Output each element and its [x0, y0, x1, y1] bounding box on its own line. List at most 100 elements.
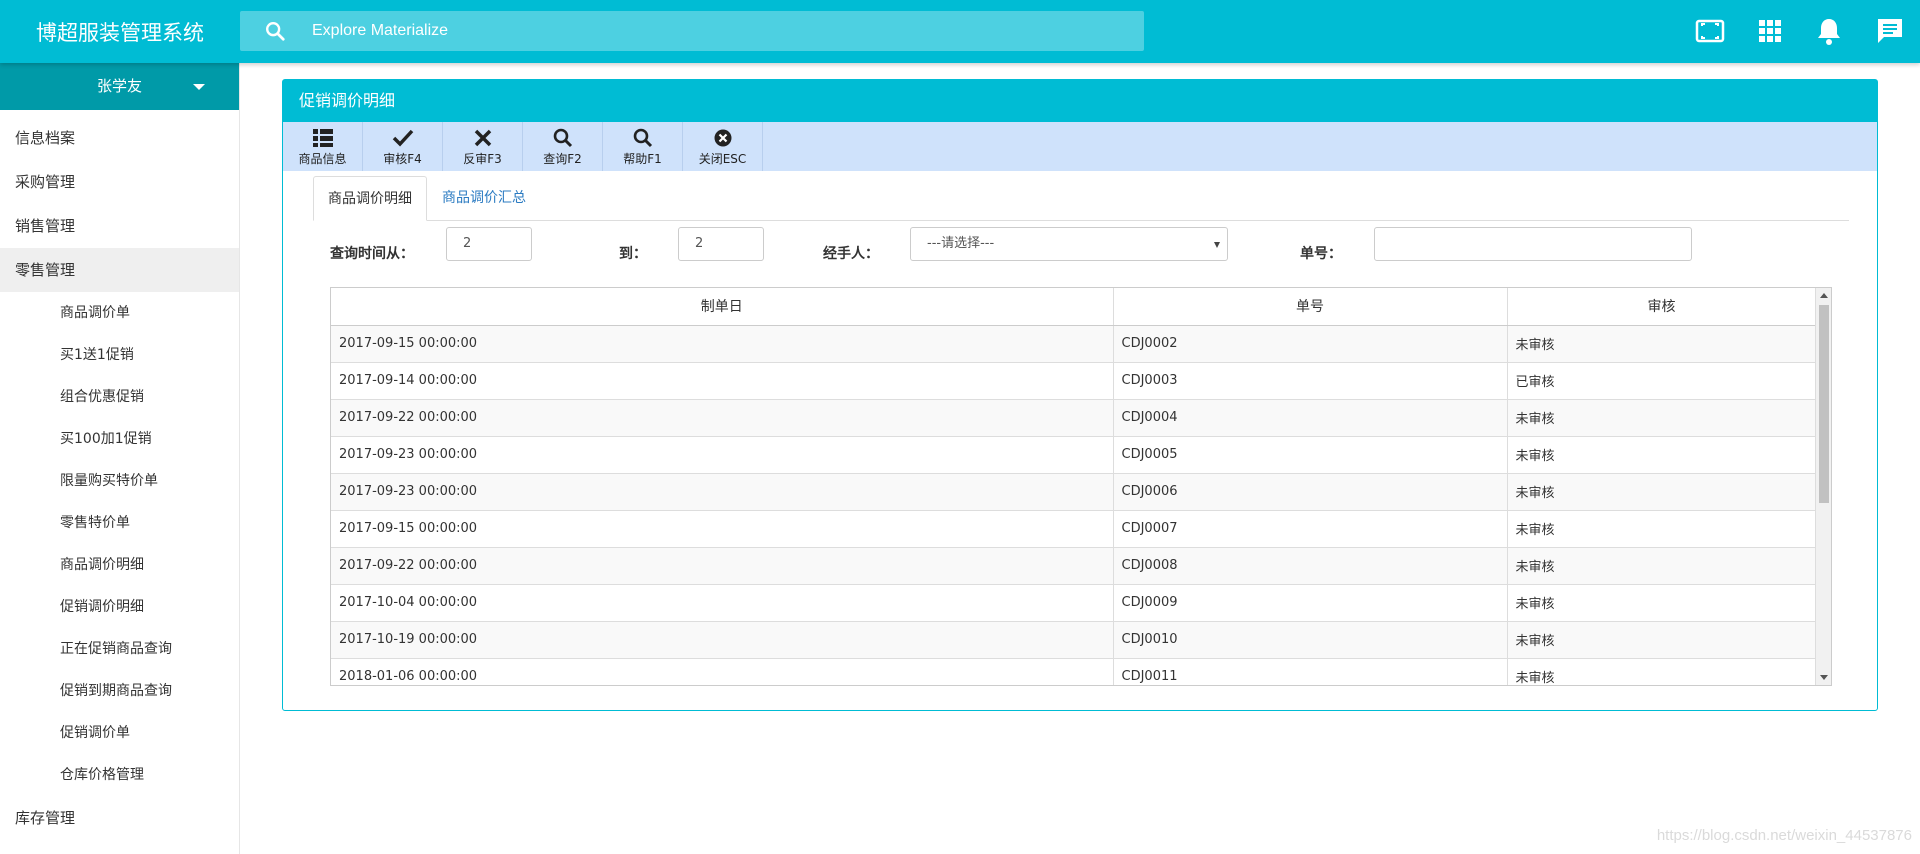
cell-number: CDJ0010	[1113, 621, 1508, 659]
from-date-input[interactable]: 2	[446, 227, 532, 261]
table-body: 2017-09-15 00:00:00 CDJ0002 未审核 2017-09-14 …	[331, 325, 1817, 685]
unapprove-button[interactable]: 反审F3	[443, 122, 523, 171]
table-row[interactable]: 2017-09-23 00:00:00 CDJ0005 未审核	[331, 436, 1817, 474]
sidebar-subitem[interactable]: 零售特价单	[0, 502, 239, 544]
sidebar-subitem[interactable]: 商品调价明细	[0, 544, 239, 586]
scroll-up-icon[interactable]	[1820, 293, 1828, 298]
search-icon	[633, 128, 652, 148]
app-title[interactable]: 博超服装管理系统	[0, 0, 240, 63]
table-row[interactable]: 2017-10-04 00:00:00 CDJ0009 未审核	[331, 584, 1817, 622]
sidebar-subitem[interactable]: 促销调价明细	[0, 586, 239, 628]
cell-status: 未审核	[1507, 584, 1817, 622]
column-header-date[interactable]: 制单日	[331, 288, 1114, 326]
query-button[interactable]: 查询F2	[523, 122, 603, 171]
fullscreen-icon[interactable]	[1694, 15, 1726, 47]
main-panel: 促销调价明细 商品信息 审核F4 反审F3 查询F2 帮助F1 关闭ESC 商品…	[282, 79, 1878, 711]
cell-number: CDJ0008	[1113, 547, 1508, 585]
cell-status: 未审核	[1507, 325, 1817, 363]
sidebar-item-retail[interactable]: 零售管理	[0, 248, 239, 292]
sidebar-menu: 信息档案 采购管理 销售管理 零售管理 商品调价单 买1送1促销 组合优惠促销 …	[0, 110, 239, 840]
sidebar-subitem[interactable]: 商品调价单	[0, 292, 239, 334]
table-row[interactable]: 2017-09-22 00:00:00 CDJ0004 未审核	[331, 399, 1817, 437]
search-bar[interactable]: Explore Materialize	[240, 11, 1144, 51]
sidebar-item-info-archive[interactable]: 信息档案	[0, 116, 239, 160]
search-input[interactable]: Explore Materialize	[312, 11, 448, 51]
sidebar-subitem[interactable]: 正在促销商品查询	[0, 628, 239, 670]
cell-status: 未审核	[1507, 510, 1817, 548]
cell-date: 2017-10-04 00:00:00	[331, 584, 1114, 622]
chevron-down-icon	[193, 84, 205, 90]
to-date-input[interactable]: 2	[678, 227, 764, 261]
help-button[interactable]: 帮助F1	[603, 122, 683, 171]
table-row[interactable]: 2017-09-15 00:00:00 CDJ0002 未审核	[331, 325, 1817, 363]
notifications-icon[interactable]	[1813, 15, 1845, 47]
close-circle-icon	[714, 129, 731, 147]
cell-date: 2017-09-22 00:00:00	[331, 547, 1114, 585]
sidebar-subitem[interactable]: 促销调价单	[0, 712, 239, 754]
toolbar-label: 查询F2	[543, 152, 582, 166]
scroll-down-icon[interactable]	[1820, 675, 1828, 680]
approve-button[interactable]: 审核F4	[363, 122, 443, 171]
cell-status: 已审核	[1507, 362, 1817, 400]
data-grid: 制单日 单号 审核 2017-09-15 00:00:00 CDJ0002 未审核 2…	[330, 287, 1832, 686]
sidebar-subitem[interactable]: 组合优惠促销	[0, 376, 239, 418]
from-date-label: 查询时间从：	[330, 246, 414, 262]
cell-number: CDJ0011	[1113, 658, 1508, 685]
handler-label: 经手人：	[823, 246, 879, 262]
column-header-number[interactable]: 单号	[1113, 288, 1508, 326]
toolbar-label: 关闭ESC	[698, 152, 747, 166]
user-menu[interactable]: 张学友	[0, 63, 239, 110]
table-row[interactable]: 2017-10-19 00:00:00 CDJ0010 未审核	[331, 621, 1817, 659]
table-row[interactable]: 2017-09-14 00:00:00 CDJ0003 已审核	[331, 362, 1817, 400]
column-header-status[interactable]: 审核	[1507, 288, 1817, 326]
close-icon	[474, 129, 491, 147]
tab-price-detail[interactable]: 商品调价明细	[313, 176, 427, 221]
sidebar: 张学友 信息档案 采购管理 销售管理 零售管理 商品调价单 买1送1促销 组合优…	[0, 63, 240, 854]
sidebar-subitem[interactable]: 买100加1促销	[0, 418, 239, 460]
vertical-scrollbar[interactable]	[1815, 288, 1831, 685]
filter-bar: 查询时间从： 2 到： 2 经手人： ---请选择--- 单号：	[283, 227, 1879, 277]
scrollbar-thumb[interactable]	[1819, 305, 1829, 503]
cell-number: CDJ0004	[1113, 399, 1508, 437]
table-row[interactable]: 2017-09-22 00:00:00 CDJ0008 未审核	[331, 547, 1817, 585]
cell-number: CDJ0009	[1113, 584, 1508, 622]
table-row[interactable]: 2017-09-23 00:00:00 CDJ0006 未审核	[331, 473, 1817, 511]
cell-number: CDJ0005	[1113, 436, 1508, 474]
table-row[interactable]: 2018-01-06 00:00:00 CDJ0011 未审核	[331, 658, 1817, 685]
order-number-input[interactable]	[1374, 227, 1692, 261]
chat-icon[interactable]	[1874, 15, 1906, 47]
table-row[interactable]: 2017-09-15 00:00:00 CDJ0007 未审核	[331, 510, 1817, 548]
sidebar-subitem[interactable]: 仓库价格管理	[0, 754, 239, 796]
close-esc-button[interactable]: 关闭ESC	[683, 122, 763, 171]
data-table: 制单日 单号 审核 2017-09-15 00:00:00 CDJ0002 未审核 2…	[331, 288, 1817, 685]
apps-icon[interactable]	[1754, 15, 1786, 47]
cell-date: 2017-09-23 00:00:00	[331, 473, 1114, 511]
cell-status: 未审核	[1507, 473, 1817, 511]
tab-price-summary[interactable]: 商品调价汇总	[428, 176, 540, 221]
cell-date: 2017-10-19 00:00:00	[331, 621, 1114, 659]
cell-date: 2017-09-23 00:00:00	[331, 436, 1114, 474]
sidebar-item-inventory[interactable]: 库存管理	[0, 796, 239, 840]
toolbar-label: 帮助F1	[623, 152, 662, 166]
toolbar-label: 商品信息	[298, 152, 347, 166]
sidebar-item-purchase[interactable]: 采购管理	[0, 160, 239, 204]
handler-select[interactable]: ---请选择---	[910, 227, 1228, 261]
cell-number: CDJ0006	[1113, 473, 1508, 511]
panel-title: 促销调价明细	[283, 80, 1877, 122]
sidebar-subitem[interactable]: 促销到期商品查询	[0, 670, 239, 712]
cell-status: 未审核	[1507, 658, 1817, 685]
cell-date: 2017-09-22 00:00:00	[331, 399, 1114, 437]
cell-status: 未审核	[1507, 436, 1817, 474]
toolbar: 商品信息 审核F4 反审F3 查询F2 帮助F1 关闭ESC	[283, 122, 1877, 171]
cell-status: 未审核	[1507, 547, 1817, 585]
product-info-button[interactable]: 商品信息	[283, 122, 363, 171]
user-name: 张学友	[96, 77, 142, 95]
toolbar-label: 反审F3	[463, 152, 502, 166]
sidebar-item-sales[interactable]: 销售管理	[0, 204, 239, 248]
sidebar-subitem[interactable]: 限量购买特价单	[0, 460, 239, 502]
sidebar-subitem[interactable]: 买1送1促销	[0, 334, 239, 376]
tab-bar: 商品调价明细 商品调价汇总	[313, 176, 1849, 221]
cell-status: 未审核	[1507, 399, 1817, 437]
dropdown-arrow-icon	[1214, 242, 1220, 248]
handler-select-value: ---请选择---	[927, 236, 995, 251]
